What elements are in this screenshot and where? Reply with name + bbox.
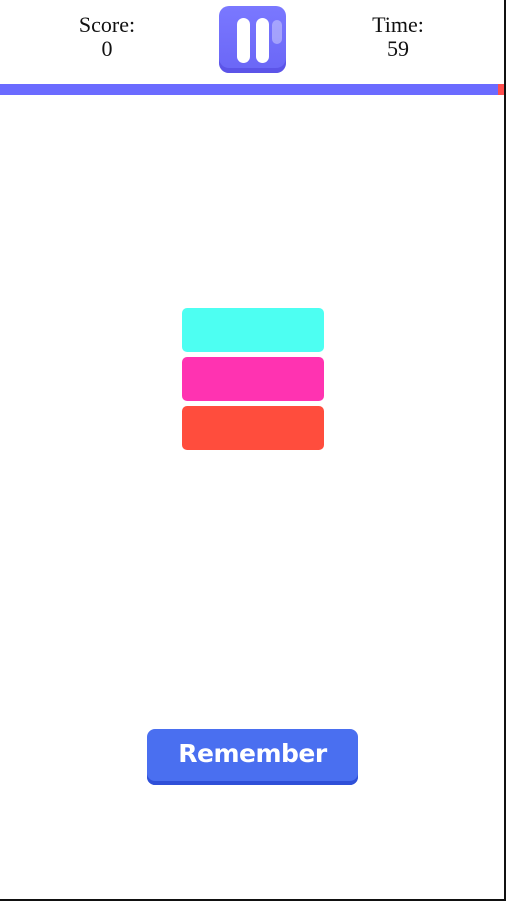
pause-button[interactable]: [219, 6, 286, 73]
score-display: Score: 0: [47, 13, 167, 61]
score-label: Score:: [78, 12, 136, 37]
score-value: 0: [101, 36, 113, 61]
hud-header: Score: 0 Time: 59: [0, 0, 504, 84]
timer-bar: [0, 84, 504, 95]
timer-bar-fill: [0, 84, 498, 95]
color-block-stack: [182, 308, 324, 455]
pause-icon-bar-right: [256, 18, 269, 63]
time-display: Time: 59: [338, 13, 458, 61]
color-block: [182, 357, 324, 401]
pause-icon-bar-left: [237, 18, 250, 63]
color-block: [182, 308, 324, 352]
time-label: Time:: [372, 12, 424, 37]
pause-icon-shine: [272, 20, 282, 44]
time-value: 59: [387, 36, 409, 61]
color-block: [182, 406, 324, 450]
remember-button[interactable]: Remember: [147, 729, 358, 785]
